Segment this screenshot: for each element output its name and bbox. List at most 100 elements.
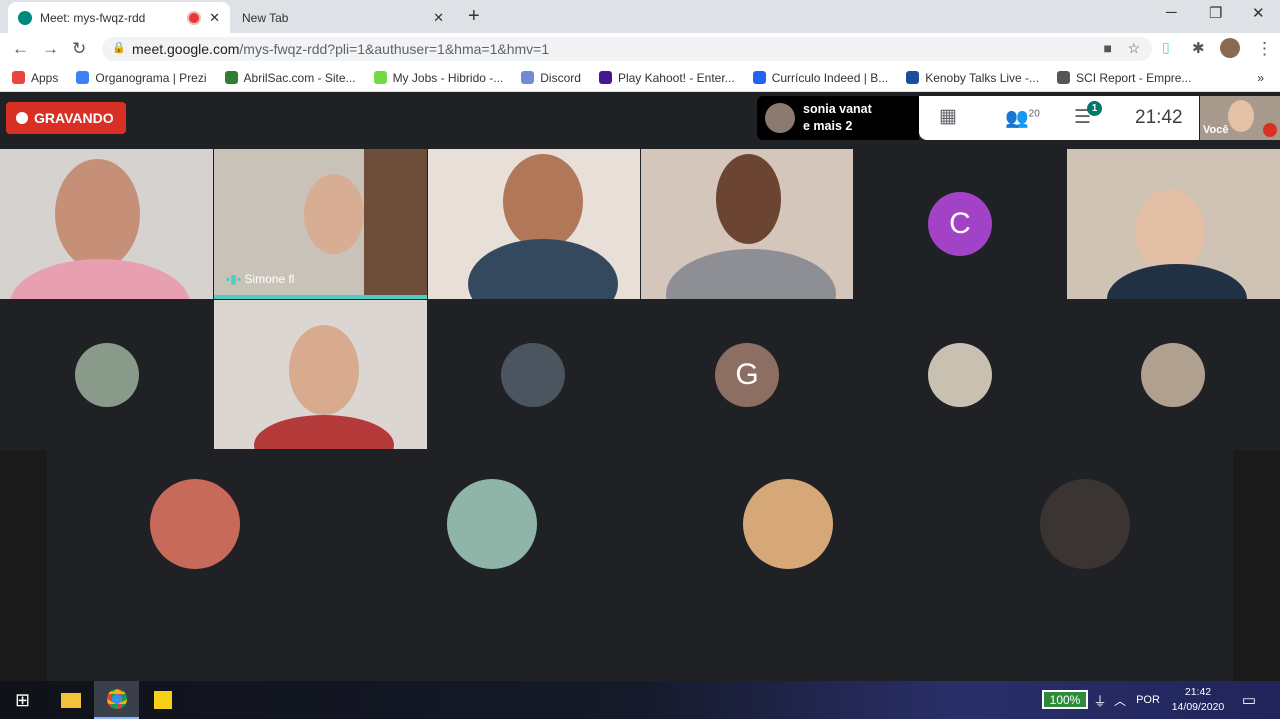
participants-count: 20 [1028,108,1040,120]
presenter-chip[interactable]: sonia vanat e mais 2 [757,96,919,140]
participant-face [55,159,140,269]
participant-face [503,154,583,249]
language-indicator[interactable]: POR [1134,681,1162,719]
menu-icon[interactable]: ⋮ [1256,39,1273,59]
chat-button[interactable]: ☰ 1 [1074,101,1102,129]
url-path: /mys-fwqz-rdd?pli=1&authuser=1&hma=1&hmv… [239,41,550,57]
participant-avatar[interactable] [447,479,537,569]
forward-button[interactable]: → [42,39,59,59]
notifications-icon[interactable]: ▭ [1238,681,1260,719]
avatar-letter-g[interactable]: G [715,343,779,407]
camera-icon[interactable]: ■ [1104,40,1112,56]
participants-button[interactable]: 👥20 [1005,106,1040,130]
start-button[interactable]: ⊞ [0,681,45,719]
bookmark-label: Organograma | Prezi [95,70,207,85]
meeting-controls: ▦ 👥20 ☰ 1 21:42 [919,96,1199,140]
participant-avatar[interactable] [1141,343,1205,407]
bookmark-item[interactable]: Organograma | Prezi [76,70,207,85]
meet-stage: GRAVANDO sonia vanat e mais 2 ▦ 👥20 ☰ 1 21… [0,92,1280,681]
participant-face [289,325,359,415]
self-view[interactable]: Você [1200,96,1280,140]
participant-avatar[interactable] [928,343,992,407]
bookmark-item[interactable]: My Jobs - Hibrido -... [373,71,503,85]
participant-face [304,174,364,254]
bookmark-label: Currículo Indeed | B... [771,70,889,85]
participant-avatar[interactable] [501,343,565,407]
close-tab-icon[interactable]: ✕ [433,10,444,26]
bookmark-label: Discord [540,70,581,85]
profile-avatar[interactable] [1220,38,1240,58]
video-tile[interactable] [214,300,427,449]
bookmark-icon [1057,71,1071,84]
tile-row: G [0,300,1280,450]
bookmark-item[interactable]: AbrilSac.com - Site... [224,71,356,85]
star-icon[interactable]: ☆ [1127,40,1140,57]
video-tile[interactable] [641,149,853,299]
participant-body [10,259,190,299]
bookmark-item[interactable]: Currículo Indeed | B... [752,70,889,85]
participant-face [1135,189,1205,274]
bookmark-item[interactable]: Discord [521,71,581,85]
toolbar: ← → ↻ 🔒 meet.google.com/mys-fwqz-rdd?pli… [0,33,1280,64]
layout-off-icon[interactable]: ▦ [939,105,957,128]
tab-new-tab[interactable]: New Tab ✕ [232,2,454,33]
bookmark-item[interactable]: Play Kahoot! - Enter... [598,70,735,85]
participant-avatar[interactable] [150,479,240,569]
extensions-puzzle-icon[interactable]: ✱ [1192,39,1205,57]
video-tile[interactable] [1067,149,1280,299]
minimize-button[interactable]: ─ [1166,4,1177,21]
bookmark-icon [906,71,920,84]
chrome-taskbar-icon[interactable] [94,681,139,719]
mic-off-icon [1263,123,1277,137]
file-explorer-icon[interactable] [48,681,93,719]
recording-indicator: GRAVANDO [6,102,126,134]
bookmark-item[interactable]: SCI Report - Empre... [1057,71,1191,85]
tab-title: New Tab [242,10,289,25]
presenter-avatar [765,103,795,133]
video-tile[interactable] [0,149,213,299]
new-tab-button[interactable]: + [468,5,480,28]
battery-indicator[interactable]: 100% [1042,690,1088,709]
url-host: meet.google.com [132,41,240,57]
tab-meet[interactable]: Meet: mys-fwqz-rdd ✕ [8,2,230,33]
participant-avatar[interactable] [75,343,139,407]
speaking-label: ▪▮▪ Simone fl [226,272,294,286]
bookmark-icon [76,71,90,84]
sticky-notes-icon[interactable] [140,681,185,719]
lock-icon: 🔒 [112,42,126,54]
participant-body [468,239,618,299]
people-icon: 👥 [1005,108,1029,129]
self-face [1228,100,1254,132]
bookmarks-bar: Apps Organograma | Prezi AbrilSac.com - Si… [0,64,1280,92]
tile-row [47,450,1233,598]
bookmark-label: Kenoby Talks Live -... [925,70,1040,85]
bookmark-label: Play Kahoot! - Enter... [617,70,735,85]
reload-button[interactable]: ↻ [72,39,86,59]
bookmarks-overflow-button[interactable]: » [1257,71,1264,85]
video-tile-speaking[interactable]: ▪▮▪ Simone fl [214,149,427,299]
presenter-name: sonia vanat [803,102,872,116]
close-window-button[interactable]: ✕ [1252,4,1265,22]
participant-body [666,249,836,299]
bookmark-icon [521,71,535,84]
participant-avatar[interactable] [1040,479,1130,569]
bookmark-label: SCI Report - Empre... [1076,70,1192,85]
bookmark-item[interactable]: Apps [12,71,58,85]
chat-badge: 1 [1087,101,1102,116]
extension-icon[interactable]: ▯ [1162,39,1170,56]
restore-button[interactable]: ❐ [1209,4,1222,22]
address-bar[interactable]: 🔒 meet.google.com/mys-fwqz-rdd?pli=1&aut… [102,37,1152,61]
recording-label: GRAVANDO [34,110,114,126]
presenter-more: e mais 2 [803,119,853,133]
chevron-up-icon[interactable]: ︿ [1112,681,1128,719]
video-tile[interactable] [428,149,640,299]
close-tab-icon[interactable]: ✕ [209,10,220,26]
bookmark-item[interactable]: Kenoby Talks Live -... [906,71,1039,85]
participant-avatar[interactable] [743,479,833,569]
tab-strip: Meet: mys-fwqz-rdd ✕ New Tab ✕ + ─ ❐ ✕ [0,0,1280,33]
self-label: Você [1203,124,1229,136]
avatar-tile[interactable]: C [854,149,1066,299]
clock[interactable]: 21:42 14/09/2020 [1168,681,1228,719]
back-button[interactable]: ← [12,39,29,59]
participant-body [254,415,394,449]
